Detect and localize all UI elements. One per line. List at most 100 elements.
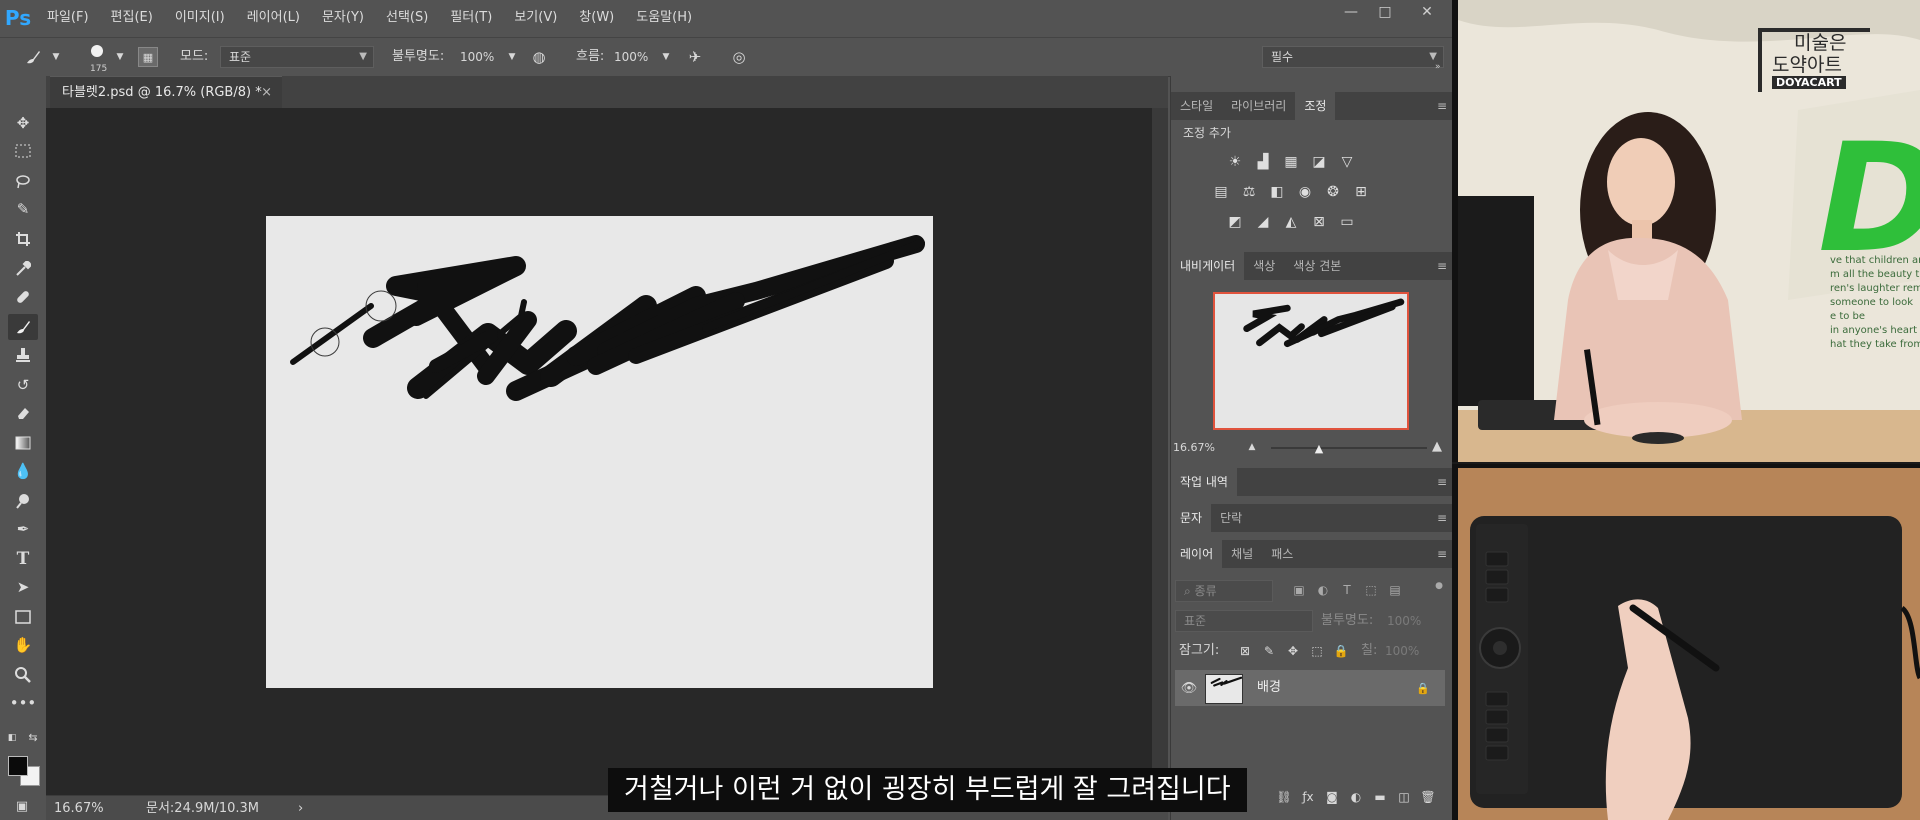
close-window-button[interactable]: ✕	[1402, 0, 1452, 24]
healing-brush-tool-icon[interactable]	[8, 284, 38, 310]
pen-tool-icon[interactable]: ✒	[8, 516, 38, 542]
brush-preset-icon[interactable]	[22, 47, 44, 67]
zoom-out-mountain-icon[interactable]: ▲	[1245, 440, 1259, 454]
filter-type-icon[interactable]: T	[1339, 582, 1355, 598]
quick-select-tool-icon[interactable]: ✎	[8, 196, 38, 222]
navigator-zoom-slider-track[interactable]	[1271, 447, 1427, 449]
chevron-down-icon[interactable]: ▼	[114, 50, 126, 64]
dodge-tool-icon[interactable]	[8, 488, 38, 514]
chevron-down-icon[interactable]: ▼	[660, 50, 672, 64]
lock-position-icon[interactable]: ✥	[1285, 643, 1301, 659]
tab-channels[interactable]: 채널	[1222, 540, 1262, 568]
mode-select[interactable]: 표준 ▼	[220, 46, 374, 68]
navigator-preview[interactable]	[1213, 292, 1409, 430]
close-tab-icon[interactable]: ×	[261, 77, 272, 109]
menu-help[interactable]: 도움말(H)	[625, 0, 703, 36]
tab-history[interactable]: 작업 내역	[1171, 468, 1237, 496]
selective-color-icon[interactable]: ⊠	[1309, 212, 1329, 232]
new-layer-icon[interactable]: ◫	[1395, 788, 1413, 806]
photo-filter-icon[interactable]: ◉	[1295, 182, 1315, 202]
panel-menu-icon[interactable]: ≡	[1437, 540, 1447, 568]
menu-window[interactable]: 창(W)	[568, 0, 625, 36]
lasso-tool-icon[interactable]	[8, 168, 38, 194]
layer-row-background[interactable]: 👁 배경 🔒	[1175, 670, 1445, 706]
posterize-icon[interactable]: ◢	[1253, 212, 1273, 232]
chevron-down-icon[interactable]: ▼	[506, 50, 518, 64]
navigator-zoom-value[interactable]: 16.67%	[1173, 438, 1215, 458]
panel-menu-icon[interactable]: ≡	[1437, 92, 1447, 120]
blend-mode-select[interactable]: 표준	[1175, 610, 1313, 632]
menu-edit[interactable]: 편집(E)	[100, 0, 164, 36]
opacity-value[interactable]: 100%	[460, 38, 494, 76]
curves-icon[interactable]: ▦	[1281, 152, 1301, 172]
move-tool-icon[interactable]: ✥	[8, 110, 38, 136]
workspace-select[interactable]: 필수 ▼	[1262, 46, 1444, 68]
chevron-down-icon[interactable]: ▼	[50, 50, 62, 64]
brightness-icon[interactable]: ☀	[1225, 152, 1245, 172]
status-zoom[interactable]: 16.67%	[54, 796, 104, 820]
tab-color[interactable]: 색상	[1244, 252, 1284, 280]
black-white-icon[interactable]: ◧	[1267, 182, 1287, 202]
lock-image-icon[interactable]: ✎	[1261, 643, 1277, 659]
layer-filter-select[interactable]: ⌕ 종류	[1175, 580, 1273, 602]
marquee-tool-icon[interactable]	[8, 138, 38, 164]
tab-character[interactable]: 문자	[1171, 504, 1212, 532]
layer-style-icon[interactable]: ƒx	[1299, 788, 1317, 806]
maximize-button[interactable]: □	[1368, 0, 1402, 24]
trash-icon[interactable]: 🗑	[1419, 788, 1437, 806]
menu-layer[interactable]: 레이어(L)	[236, 0, 311, 36]
hue-saturation-icon[interactable]: ▤	[1211, 182, 1231, 202]
tab-swatches[interactable]: 색상 견본	[1284, 252, 1350, 280]
eye-icon[interactable]: 👁	[1179, 678, 1199, 698]
default-colors-icon[interactable]: ◧	[6, 732, 18, 744]
lock-transparent-icon[interactable]: ⊠	[1237, 643, 1253, 659]
color-balance-icon[interactable]: ⚖	[1239, 182, 1259, 202]
quick-mask-icon[interactable]: ▣	[12, 798, 32, 814]
brush-tool-icon[interactable]	[8, 314, 38, 340]
vertical-scrollbar[interactable]	[1152, 108, 1168, 795]
swap-colors-icon[interactable]: ⇆	[26, 730, 40, 744]
gradient-map-icon[interactable]: ▭	[1337, 212, 1357, 232]
brush-panel-toggle-icon[interactable]: ▦	[138, 47, 158, 67]
tab-libraries[interactable]: 라이브러리	[1222, 92, 1295, 120]
hand-tool-icon[interactable]: ✋	[8, 632, 38, 658]
lock-all-icon[interactable]: 🔒	[1333, 643, 1349, 659]
history-brush-tool-icon[interactable]: ↺	[8, 372, 38, 398]
tab-paths[interactable]: 패스	[1262, 540, 1302, 568]
foreground-color-swatch[interactable]	[8, 756, 28, 776]
channel-mixer-icon[interactable]: ❂	[1323, 182, 1343, 202]
exposure-icon[interactable]: ◪	[1309, 152, 1329, 172]
menu-filter[interactable]: 필터(T)	[439, 0, 503, 36]
filter-shape-icon[interactable]: ⬚	[1363, 582, 1379, 598]
gradient-tool-icon[interactable]	[8, 430, 38, 456]
flow-value[interactable]: 100%	[614, 38, 648, 76]
panel-menu-icon[interactable]: ≡	[1437, 468, 1447, 496]
filter-adjustment-icon[interactable]: ◐	[1315, 582, 1331, 598]
dock-collapse-arrows[interactable]: »	[1435, 62, 1441, 72]
adjustment-layer-icon[interactable]: ◐	[1347, 788, 1365, 806]
folder-icon[interactable]: ▬	[1371, 788, 1389, 806]
filter-pixel-icon[interactable]: ▣	[1291, 582, 1307, 598]
layer-name[interactable]: 배경	[1257, 670, 1281, 706]
navigator-zoom-slider-thumb[interactable]: ▲	[1313, 441, 1325, 455]
invert-icon[interactable]: ◩	[1225, 212, 1245, 232]
zoom-in-mountain-icon[interactable]: ▲	[1427, 438, 1447, 454]
tab-paragraph[interactable]: 단락	[1211, 504, 1251, 532]
tab-adjustments[interactable]: 조정	[1295, 92, 1336, 120]
crop-tool-icon[interactable]	[8, 226, 38, 252]
rectangle-tool-icon[interactable]	[8, 604, 38, 630]
minimize-button[interactable]: —	[1334, 0, 1368, 24]
more-tools-icon[interactable]: •••	[8, 690, 38, 716]
tab-navigator[interactable]: 내비게이터	[1171, 252, 1245, 280]
tab-layers[interactable]: 레이어	[1171, 540, 1223, 568]
menu-file[interactable]: 파일(F)	[36, 0, 100, 36]
panel-menu-icon[interactable]: ≡	[1437, 252, 1447, 280]
eraser-tool-icon[interactable]	[8, 400, 38, 426]
menu-image[interactable]: 이미지(I)	[164, 0, 236, 36]
menu-select[interactable]: 선택(S)	[375, 0, 439, 36]
threshold-icon[interactable]: ◭	[1281, 212, 1301, 232]
color-lookup-icon[interactable]: ⊞	[1351, 182, 1371, 202]
panel-menu-icon[interactable]: ≡	[1437, 504, 1447, 532]
layer-mask-icon[interactable]: ◙	[1323, 788, 1341, 806]
lock-artboard-icon[interactable]: ⬚	[1309, 643, 1325, 659]
